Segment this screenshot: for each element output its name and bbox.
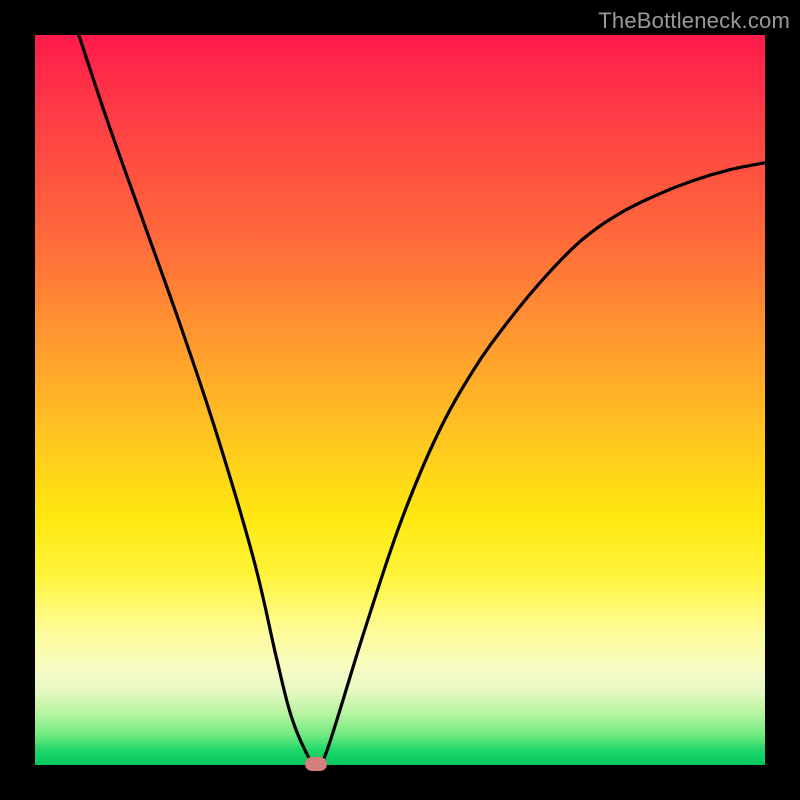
plot-area [35,35,765,765]
chart-container: TheBottleneck.com [0,0,800,800]
bottleneck-curve [35,35,765,765]
optimal-point-marker [305,757,327,771]
watermark-text: TheBottleneck.com [598,8,790,34]
